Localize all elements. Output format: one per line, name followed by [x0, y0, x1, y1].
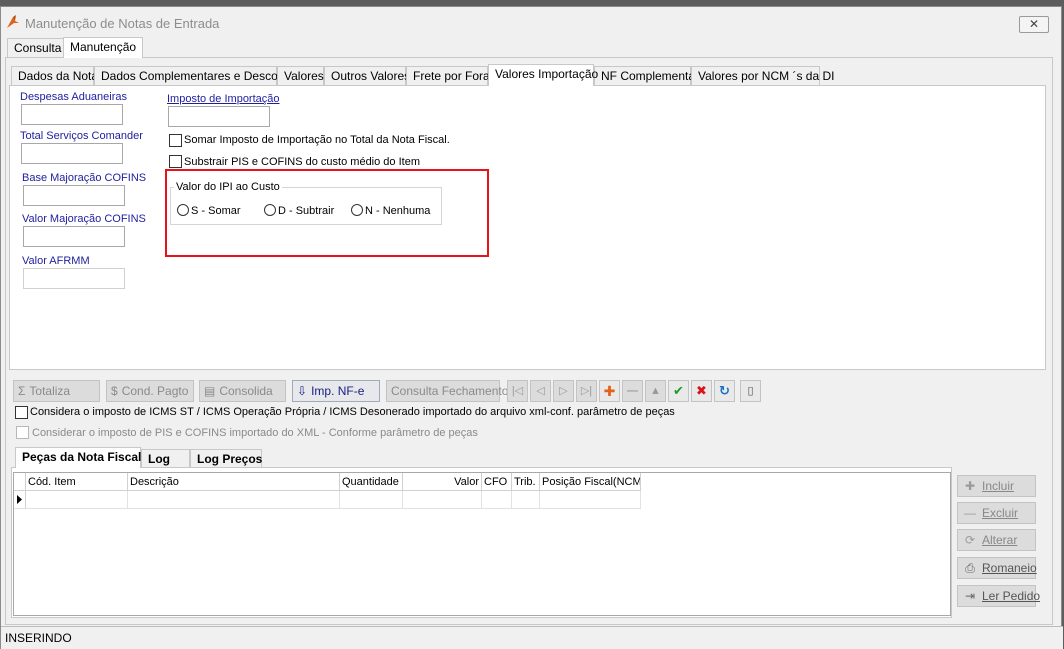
status-bar: INSERINDO [1, 626, 1063, 649]
ler-pedido-label: Ler Pedido [982, 589, 1041, 603]
valor-majoracao-label: Valor Majoração COFINS [22, 213, 146, 225]
consolida-label: Consolida [219, 384, 273, 398]
total-servicos-label: Total Serviços Comander [20, 130, 143, 142]
romaneio-label: Romaneio [982, 561, 1037, 575]
subtrair-pis-label: Substrair PIS e COFINS do custo médio do… [184, 156, 420, 168]
cond-pagto-button[interactable]: $ Cond. Pagto [106, 380, 194, 402]
app-logo-icon [7, 15, 19, 28]
considera-icms-checkbox[interactable] [15, 406, 28, 419]
pecas-grid[interactable]: Cód. Item Descrição Quantidade Valor CFO… [13, 472, 951, 616]
edit-triangle-icon[interactable]: ▲ [645, 380, 666, 402]
total-servicos-input[interactable] [21, 143, 123, 164]
romaneio-button[interactable]: ⎙ Romaneio [957, 557, 1037, 579]
prior-record-icon[interactable]: ◁ [530, 380, 551, 402]
tab-log-precos[interactable]: Log Preços [190, 449, 262, 469]
tab-nf-complementar[interactable]: NF Complementar [594, 66, 699, 86]
considerar-pis-checkbox[interactable] [16, 426, 29, 439]
tab-valores-por-ncm[interactable]: Valores por NCM ´s da DI [691, 66, 834, 86]
consolida-button[interactable]: ▤ Consolida [199, 380, 286, 402]
col-posicao-fiscal[interactable]: Posição Fiscal(NCM) [540, 473, 641, 491]
table-row-cell[interactable] [482, 491, 512, 509]
valor-majoracao-input[interactable] [23, 226, 125, 247]
valor-afrmm-label: Valor AFRMM [22, 255, 90, 267]
tab-valores-importacao[interactable]: Valores Importação [488, 64, 598, 86]
refresh-icon[interactable]: ↻ [714, 380, 735, 402]
table-row-cell[interactable] [128, 491, 340, 509]
status-text: INSERINDO [5, 631, 72, 645]
edit-cycle-icon: ⟳ [964, 533, 976, 547]
import-icon: ⇩ [297, 384, 308, 398]
grid-indicator-header [14, 473, 26, 491]
incluir-button[interactable]: ✚ Incluir [957, 475, 1036, 497]
col-quantidade[interactable]: Quantidade [340, 473, 403, 491]
totaliza-label: Totaliza [29, 384, 71, 398]
cond-pagto-label: Cond. Pagto [121, 384, 189, 398]
remove-icon: — [964, 506, 976, 520]
imposto-importacao-input[interactable] [168, 106, 270, 127]
add-icon: ✚ [964, 479, 976, 493]
cancel-x-icon[interactable]: ✖ [691, 380, 712, 402]
consulta-fechamento-label: Consulta Fechamento [391, 384, 509, 398]
considerar-pis-label: Considerar o imposto de PIS e COFINS imp… [32, 427, 478, 439]
despesas-aduaneiras-input[interactable] [21, 104, 123, 125]
excluir-label: Excluir [982, 506, 1019, 520]
printer-icon: ⎙ [965, 561, 975, 575]
incluir-label: Incluir [982, 479, 1015, 493]
col-cfo[interactable]: CFO [482, 473, 512, 491]
table-row-cell[interactable] [403, 491, 482, 509]
sigma-icon: Σ [18, 384, 26, 398]
highlight-box [165, 169, 489, 257]
somar-ii-checkbox[interactable] [169, 134, 182, 147]
col-cod-item[interactable]: Cód. Item [26, 473, 128, 491]
base-majoracao-label: Base Majoração COFINS [22, 172, 147, 184]
table-row-cell[interactable] [340, 491, 403, 509]
considera-icms-label: Considera o imposto de ICMS ST / ICMS Op… [30, 406, 675, 418]
close-button[interactable]: ✕ [1019, 16, 1049, 33]
somar-ii-label: Somar Imposto de Importação no Total da … [184, 134, 450, 146]
col-trib[interactable]: Trib. [512, 473, 540, 491]
current-row-indicator [14, 491, 26, 509]
panel-toggle-icon[interactable]: ▯ [740, 380, 761, 402]
valor-afrmm-input[interactable] [23, 268, 125, 289]
insert-plus-icon[interactable]: ✚ [599, 380, 620, 402]
row-pointer-icon [17, 495, 22, 504]
col-descricao[interactable]: Descrição [128, 473, 340, 491]
subtrair-pis-checkbox[interactable] [169, 155, 182, 168]
dollar-icon: $ [111, 384, 118, 398]
tab-dados-complementares[interactable]: Dados Complementares e Desconto [94, 66, 294, 86]
tab-dados-da-nota[interactable]: Dados da Nota [11, 66, 98, 86]
tab-valores[interactable]: Valores [277, 66, 324, 86]
confirm-check-icon[interactable]: ✔ [668, 380, 689, 402]
table-row-cell[interactable] [26, 491, 128, 509]
main-window: Manutenção de Notas de Entrada ✕ Consult… [0, 6, 1063, 649]
tab-log[interactable]: Log [141, 449, 190, 469]
col-valor[interactable]: Valor [403, 473, 482, 491]
tab-outros-valores[interactable]: Outros Valores [324, 66, 410, 86]
consolidate-icon: ▤ [204, 384, 216, 398]
delete-minus-icon[interactable]: — [622, 380, 643, 402]
alterar-label: Alterar [982, 533, 1018, 547]
despesas-aduaneiras-label: Despesas Aduaneiras [20, 91, 128, 103]
imp-nfe-label: Imp. NF-e [311, 384, 365, 398]
base-majoracao-input[interactable] [23, 185, 125, 206]
tab-consulta[interactable]: Consulta [7, 38, 69, 57]
tab-manutencao[interactable]: Manutenção [63, 37, 143, 58]
imposto-importacao-label: Imposto de Importação [167, 93, 280, 105]
read-order-icon: ⇥ [964, 589, 976, 603]
title-bar: Manutenção de Notas de Entrada ✕ [1, 7, 1061, 37]
window-title: Manutenção de Notas de Entrada [25, 16, 220, 31]
next-record-icon[interactable]: ▷ [553, 380, 574, 402]
excluir-button[interactable]: — Excluir [957, 502, 1036, 524]
ler-pedido-button[interactable]: ⇥ Ler Pedido [957, 585, 1040, 607]
tab-frete-por-fora[interactable]: Frete por Fora [406, 66, 490, 86]
consulta-fechamento-button[interactable]: Consulta Fechamento [386, 380, 508, 402]
totaliza-button[interactable]: Σ Totaliza [13, 380, 100, 402]
table-row-cell[interactable] [512, 491, 540, 509]
imp-nfe-button[interactable]: ⇩ Imp. NF-e [292, 380, 380, 402]
table-row-cell[interactable] [540, 491, 641, 509]
tab-pecas-nota-fiscal[interactable]: Peças da Nota Fiscal [15, 447, 141, 468]
first-record-icon[interactable]: |◁ [507, 380, 528, 402]
last-record-icon[interactable]: ▷| [576, 380, 597, 402]
alterar-button[interactable]: ⟳ Alterar [957, 529, 1036, 551]
